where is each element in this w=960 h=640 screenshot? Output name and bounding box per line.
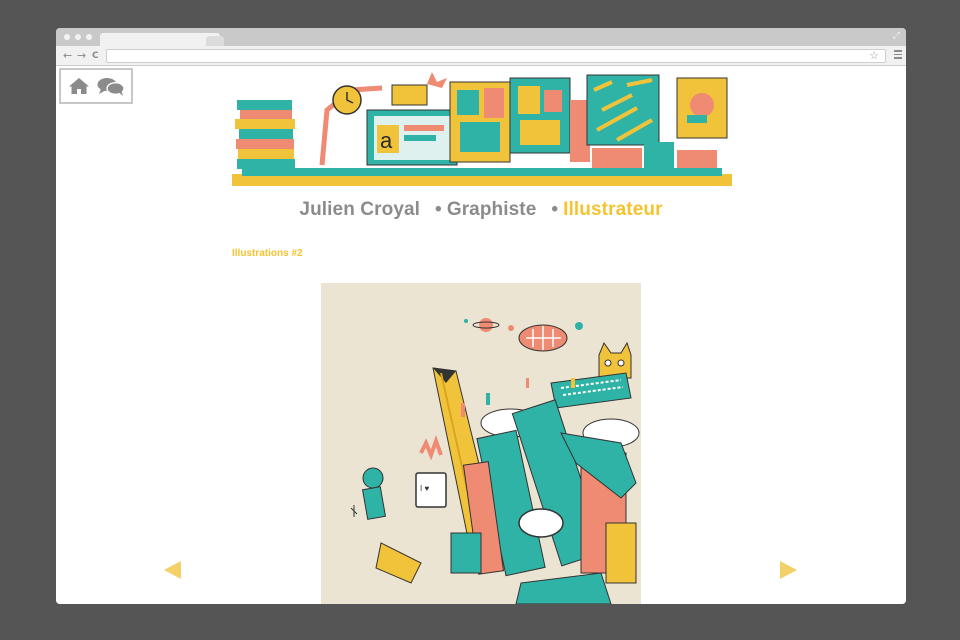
browser-window: ⤢ ← → C ☆ a Julien Croyal • Graphiste • … bbox=[56, 28, 906, 604]
browser-tab[interactable] bbox=[100, 33, 220, 46]
forward-button[interactable]: → bbox=[77, 49, 86, 63]
illustration-artwork[interactable]: I ♥ bbox=[321, 283, 641, 604]
close-dot[interactable] bbox=[64, 34, 70, 40]
nav-separator: • bbox=[435, 199, 442, 220]
browser-titlebar: ⤢ bbox=[56, 28, 906, 46]
triangle-right-icon[interactable] bbox=[780, 561, 797, 579]
address-bar[interactable]: ☆ bbox=[106, 49, 886, 63]
site-navigation: Julien Croyal • Graphiste • Illustrateur bbox=[56, 199, 906, 221]
desk-illustration-banner: a bbox=[232, 72, 732, 186]
new-tab-button[interactable] bbox=[206, 36, 224, 46]
section-title: Illustrations #2 bbox=[232, 248, 303, 259]
maximize-dot[interactable] bbox=[86, 34, 92, 40]
browser-toolbar: ← → C ☆ bbox=[56, 46, 906, 66]
chat-icon[interactable] bbox=[97, 77, 125, 97]
bookmark-star-icon[interactable]: ☆ bbox=[869, 49, 879, 62]
svg-text:a: a bbox=[380, 128, 393, 153]
nav-link-illustrateur[interactable]: Illustrateur bbox=[563, 199, 662, 220]
back-button[interactable]: ← bbox=[63, 49, 72, 63]
minimize-dot[interactable] bbox=[75, 34, 81, 40]
nav-link-graphiste[interactable]: Graphiste bbox=[447, 199, 537, 220]
browser-menu-icon[interactable] bbox=[894, 50, 902, 59]
reload-button[interactable]: C bbox=[92, 49, 99, 63]
home-icon[interactable] bbox=[68, 77, 90, 95]
window-controls bbox=[64, 34, 92, 40]
nav-separator: • bbox=[551, 199, 559, 220]
page-content: a Julien Croyal • Graphiste • Illustrateur I bbox=[56, 66, 906, 604]
triangle-left-icon[interactable] bbox=[164, 561, 181, 579]
quick-links-box bbox=[59, 68, 133, 104]
fullscreen-icon[interactable]: ⤢ bbox=[893, 31, 900, 41]
svg-text:I ♥: I ♥ bbox=[420, 484, 429, 493]
site-name-link[interactable]: Julien Croyal bbox=[299, 199, 420, 220]
